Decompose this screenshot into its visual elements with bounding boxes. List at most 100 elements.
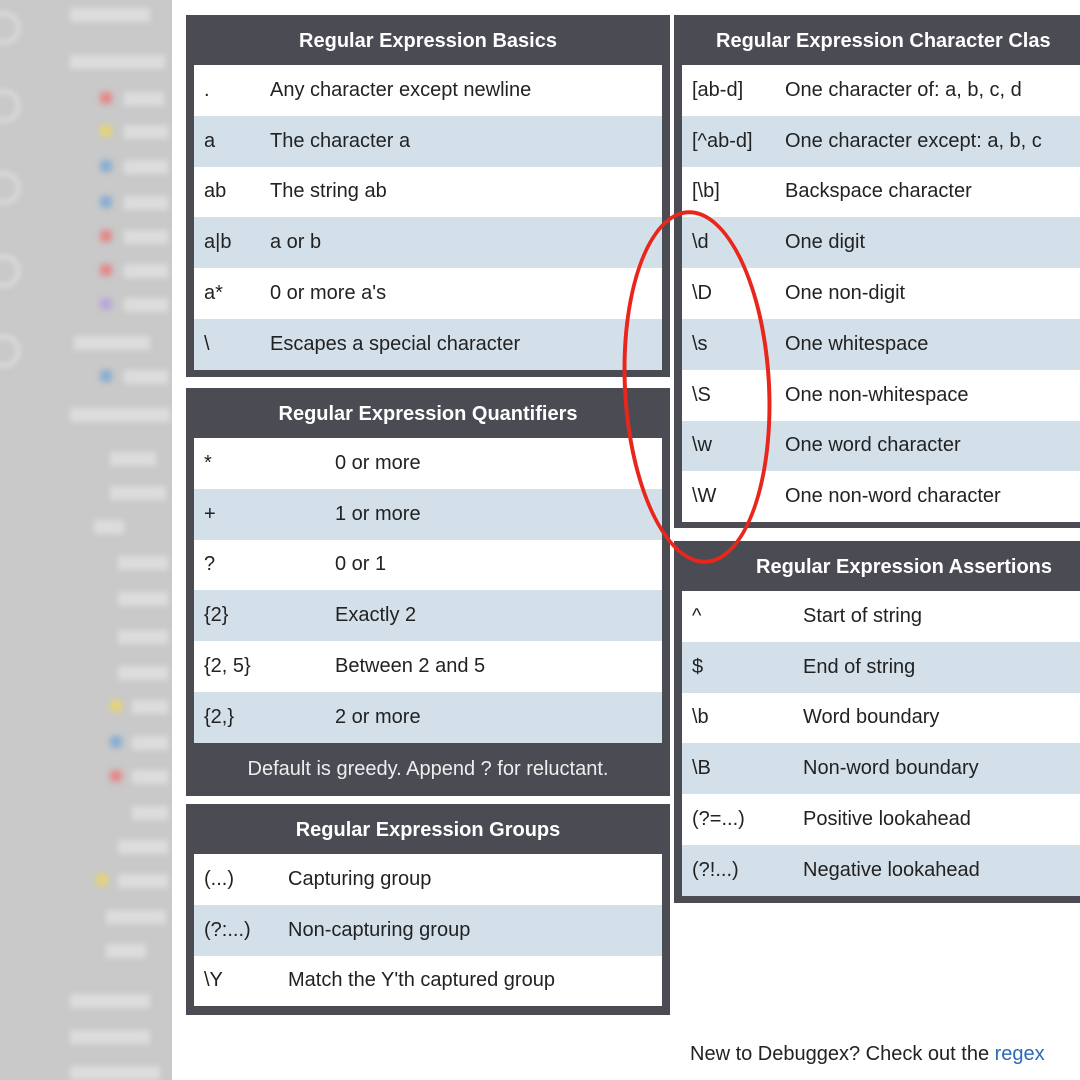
table-row: (...) Capturing group (194, 854, 662, 905)
table-row: {2,} 2 or more (194, 691, 662, 743)
table-row: a|b a or b (194, 217, 662, 269)
debuggex-notice: New to Debuggex? Check out the regex (690, 1043, 1045, 1066)
table-row: * 0 or more (194, 438, 662, 489)
sidebar-line (94, 520, 124, 534)
table-row: . Any character except newline (194, 65, 662, 116)
sidebar-line (118, 840, 168, 854)
table-row: \ Escapes a special character (194, 318, 662, 370)
table-row: (?!...) Negative lookahead (682, 844, 1080, 896)
table-title: Regular Expression Basics (299, 30, 557, 52)
regex-symbol: [^ab-d] (692, 129, 753, 152)
regex-symbol: [ab-d] (692, 78, 744, 101)
regex-description: 0 or 1 (335, 553, 387, 576)
regex-symbol: + (204, 502, 216, 525)
regex-description: Start of string (803, 604, 922, 627)
table-row: ab The string ab (194, 166, 662, 218)
regex-description: The character a (270, 129, 411, 152)
file-icon (96, 874, 108, 886)
regex-description: 0 or more a's (270, 282, 387, 305)
regex-description: One non-digit (785, 282, 906, 305)
regex-description: One digit (785, 231, 866, 254)
explorer-icon (0, 12, 20, 44)
regex-symbol: (?!...) (692, 858, 739, 881)
regex-description: One non-word character (785, 485, 1001, 508)
regex-description: Word boundary (803, 706, 940, 729)
regex-description: Non-word boundary (803, 757, 979, 780)
sidebar-line (70, 55, 165, 69)
regex-symbol: a|b (204, 231, 232, 254)
regex-description: Exactly 2 (335, 604, 417, 627)
table-row: [ab-d] One character of: a, b, c, d (682, 65, 1080, 116)
extensions-icon (0, 335, 20, 367)
table-body: . Any character except newline a The chara… (194, 65, 662, 370)
sidebar-line (118, 556, 168, 570)
regex-description: Backspace character (785, 180, 972, 203)
file-icon (110, 736, 122, 748)
sidebar-line (106, 910, 166, 924)
table-title: Regular Expression Quantifiers (278, 403, 578, 425)
regex-symbol: {2,} (204, 705, 235, 728)
regex-character-classes-table: Regular Expression Character Clas [ab-d]… (674, 15, 1080, 528)
regex-symbol: a (204, 129, 216, 152)
regex-symbol: ^ (692, 604, 702, 627)
sidebar-blur-layer (0, 0, 172, 1080)
sidebar-line (124, 298, 168, 312)
sidebar-line (118, 630, 168, 644)
regex-description: Capturing group (288, 867, 432, 890)
regex-description: End of string (803, 655, 916, 678)
regex-description: One whitespace (785, 332, 929, 355)
debug-icon (0, 255, 20, 287)
table-row: {2, 5} Between 2 and 5 (194, 641, 662, 692)
regex-symbol: \b (692, 706, 709, 729)
sidebar-line (118, 592, 168, 606)
sidebar-line (124, 92, 164, 106)
regex-symbol: \s (692, 332, 708, 355)
regex-description: 1 or more (335, 502, 421, 525)
sidebar-line (124, 370, 168, 384)
table-row: [^ab-d] One character except: a, b, c (682, 115, 1080, 167)
table-row: ^ Start of string (682, 591, 1080, 642)
sidebar-line (132, 770, 168, 784)
regex-description: One word character (785, 434, 961, 457)
regex-quantifiers-table: Regular Expression Quantifiers * 0 or mor… (186, 388, 670, 796)
regex-symbol: \B (692, 757, 711, 780)
table-body: [ab-d] One character of: a, b, c, d [^ab-… (682, 65, 1080, 523)
table-row: a The character a (194, 115, 662, 167)
regex-symbol: {2, 5} (204, 655, 251, 678)
sidebar-line (110, 452, 156, 466)
search-icon (0, 90, 20, 122)
file-icon (100, 125, 112, 137)
table-body: * 0 or more +1 or more ? 0 or 1 {2} Exactly… (194, 438, 662, 743)
table-row: \D One non-digit (682, 268, 1080, 319)
sidebar-line (70, 1030, 150, 1044)
table-title: Regular Expression Character Clas (716, 30, 1051, 52)
sidebar-line (110, 486, 166, 500)
regex-symbol: \d (692, 231, 709, 254)
regex-link[interactable]: regex (995, 1043, 1045, 1065)
regex-description: Between 2 and 5 (335, 655, 486, 678)
table-row: \S One non-whitespace (682, 369, 1080, 421)
regex-symbol: . (204, 78, 210, 101)
regex-symbol: (...) (204, 867, 234, 890)
regex-symbol: \ (204, 332, 210, 355)
notice-text: New to Debuggex? Check out the (690, 1043, 995, 1065)
sidebar-line (132, 700, 168, 714)
regex-symbol: (?=...) (692, 808, 745, 831)
regex-symbol: (?:...) (204, 918, 251, 941)
regex-symbol: \S (692, 383, 711, 406)
table-row: (?=...) Positive lookahead (682, 794, 1080, 845)
table-row: \d One digit (682, 217, 1080, 269)
table-row: \W One non-word character (682, 471, 1080, 523)
sidebar-line (74, 336, 150, 350)
sidebar-line (124, 230, 168, 244)
regex-description: One character except: a, b, c (785, 129, 1042, 152)
table-row: \s One whitespace (682, 318, 1080, 370)
table-row: \w One word character (682, 420, 1080, 472)
file-icon (100, 196, 112, 208)
file-icon (100, 230, 112, 242)
file-icon (100, 92, 112, 104)
regex-description: a or b (270, 231, 322, 254)
file-icon (100, 160, 112, 172)
regex-groups-table: Regular Expression Groups (...) Capturing… (186, 804, 670, 1015)
regex-description: 0 or more (335, 451, 421, 474)
